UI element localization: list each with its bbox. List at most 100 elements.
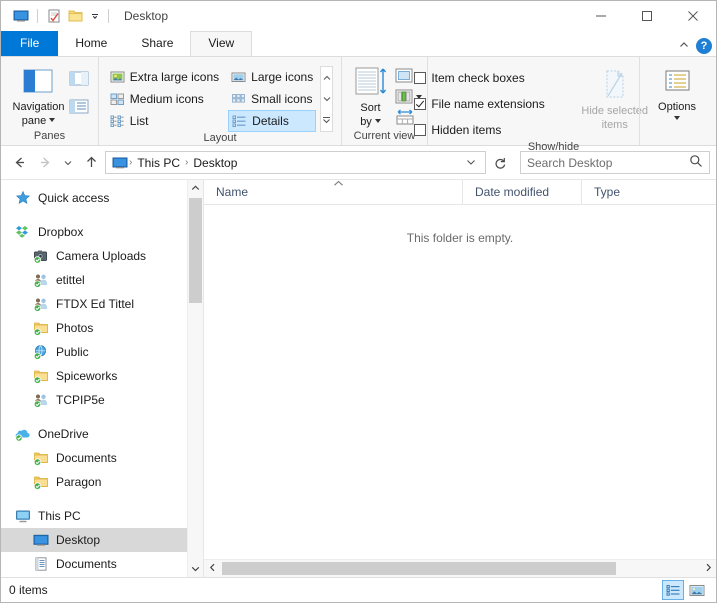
sidebar-item-quick-access[interactable]: Quick access bbox=[1, 186, 187, 210]
options-button[interactable]: Options bbox=[654, 67, 700, 120]
scroll-down-icon[interactable] bbox=[188, 561, 203, 577]
tab-view[interactable]: View bbox=[190, 31, 253, 56]
back-button[interactable] bbox=[7, 151, 31, 175]
file-name-extensions-label: File name extensions bbox=[431, 97, 545, 111]
desktop-icon bbox=[33, 532, 49, 548]
tab-share[interactable]: Share bbox=[124, 31, 190, 56]
navigation-pane: Quick access Dropbox Camera Uploads etit… bbox=[1, 180, 204, 577]
ribbon-group-label-layout: Layout bbox=[203, 132, 237, 144]
navigation-pane-label2: pane bbox=[21, 115, 47, 127]
sidebar-item-etittel[interactable]: etittel bbox=[1, 268, 187, 292]
nav-gap bbox=[1, 412, 187, 422]
breadcrumb-desktop[interactable]: Desktop bbox=[189, 156, 241, 170]
sidebar-item-documents[interactable]: Documents bbox=[1, 552, 187, 576]
sidebar-item-this-pc[interactable]: This PC bbox=[1, 504, 187, 528]
sidebar-item-onedrive[interactable]: OneDrive bbox=[1, 422, 187, 446]
collapse-ribbon-icon[interactable] bbox=[678, 39, 690, 54]
hscroll-track[interactable] bbox=[220, 561, 700, 576]
column-header-label: Type bbox=[594, 185, 621, 199]
sort-by-button[interactable]: Sort by bbox=[348, 64, 394, 128]
globe-folder-icon bbox=[33, 344, 49, 360]
layout-details[interactable]: Details bbox=[228, 110, 317, 132]
details-pane-button[interactable] bbox=[68, 98, 90, 118]
sidebar-item-ftdx-ed-tittel[interactable]: FTDX Ed Tittel bbox=[1, 292, 187, 316]
item-check-boxes-checkbox[interactable]: Item check boxes bbox=[411, 67, 547, 89]
layout-medium-icons[interactable]: Medium icons bbox=[107, 88, 222, 110]
file-name-extensions-checkbox[interactable]: File name extensions bbox=[411, 93, 547, 115]
layout-label: Large icons bbox=[251, 70, 314, 84]
hidden-items-label: Hidden items bbox=[431, 123, 502, 137]
sidebar-item-public[interactable]: Public bbox=[1, 340, 187, 364]
column-header-label: Date modified bbox=[475, 185, 550, 199]
hide-selected-items-label2: items bbox=[601, 119, 628, 131]
sidebar-item-spiceworks[interactable]: Spiceworks bbox=[1, 364, 187, 388]
large-icons-view-button[interactable] bbox=[686, 580, 708, 600]
quick-access-toolbar: Desktop bbox=[1, 5, 168, 27]
close-button[interactable] bbox=[670, 1, 716, 30]
details-view-button[interactable] bbox=[662, 580, 684, 600]
hscroll-thumb[interactable] bbox=[222, 562, 616, 575]
sidebar-item-onedrive-documents[interactable]: Documents bbox=[1, 446, 187, 470]
sidebar-item-label: Public bbox=[56, 345, 89, 359]
breadcrumb-this-pc[interactable]: This PC bbox=[133, 156, 184, 170]
maximize-button[interactable] bbox=[624, 1, 670, 30]
hidden-items-checkbox[interactable]: Hidden items bbox=[411, 119, 547, 141]
column-header-name[interactable]: Name bbox=[204, 180, 462, 204]
status-bar: 0 items bbox=[1, 577, 716, 602]
layout-extra-large-icons[interactable]: Extra large icons bbox=[107, 66, 222, 88]
navigation-pane-scroll-thumb[interactable] bbox=[189, 198, 202, 303]
column-header-type[interactable]: Type bbox=[581, 180, 716, 204]
scroll-up-icon[interactable] bbox=[188, 180, 203, 196]
layout-scroll-down-icon[interactable] bbox=[321, 88, 332, 109]
file-list-horizontal-scrollbar[interactable] bbox=[204, 559, 716, 577]
sidebar-item-paragon[interactable]: Paragon bbox=[1, 470, 187, 494]
shared-folder-icon bbox=[33, 392, 49, 408]
window-controls bbox=[578, 1, 716, 30]
layout-list[interactable]: List bbox=[107, 110, 222, 132]
search-icon[interactable] bbox=[689, 154, 703, 171]
sidebar-item-tcpip5e[interactable]: TCPIP5e bbox=[1, 388, 187, 412]
navigation-tree: Quick access Dropbox Camera Uploads etit… bbox=[1, 180, 187, 577]
view-toggle-buttons bbox=[662, 580, 708, 600]
file-list[interactable]: This folder is empty. bbox=[204, 205, 716, 559]
layout-gallery-more-icon[interactable] bbox=[321, 110, 332, 131]
navigation-pane-scrollbar[interactable] bbox=[187, 180, 203, 577]
chevron-down-icon[interactable] bbox=[87, 5, 103, 27]
layout-label: Details bbox=[252, 114, 289, 128]
layout-gallery-scrollbar[interactable] bbox=[320, 66, 334, 132]
breadcrumb-dropdown-icon[interactable] bbox=[461, 156, 481, 170]
desktop-icon[interactable] bbox=[10, 5, 32, 27]
layout-small-icons[interactable]: Small icons bbox=[228, 88, 316, 110]
scroll-right-icon[interactable] bbox=[700, 563, 716, 574]
tab-file[interactable]: File bbox=[1, 31, 59, 56]
chevron-down-icon bbox=[674, 116, 680, 120]
up-button[interactable] bbox=[79, 151, 103, 175]
sidebar-item-camera-uploads[interactable]: Camera Uploads bbox=[1, 244, 187, 268]
empty-folder-message: This folder is empty. bbox=[406, 231, 514, 245]
sidebar-item-photos[interactable]: Photos bbox=[1, 316, 187, 340]
column-header-date-modified[interactable]: Date modified bbox=[462, 180, 581, 204]
properties-icon[interactable] bbox=[43, 5, 65, 27]
new-folder-icon[interactable] bbox=[65, 5, 87, 27]
tab-home[interactable]: Home bbox=[58, 31, 124, 56]
layout-scroll-up-icon[interactable] bbox=[321, 67, 332, 88]
sort-by-label: Sort bbox=[360, 102, 381, 114]
recent-locations-button[interactable] bbox=[59, 151, 77, 175]
preview-pane-button[interactable] bbox=[68, 70, 90, 90]
layout-large-icons[interactable]: Large icons bbox=[228, 66, 316, 88]
sidebar-item-label: Photos bbox=[56, 321, 94, 335]
layout-label: Medium icons bbox=[129, 92, 204, 106]
navigation-pane-button[interactable]: Navigation pane bbox=[9, 65, 69, 127]
sidebar-item-dropbox[interactable]: Dropbox bbox=[1, 220, 187, 244]
sort-ascending-icon bbox=[333, 179, 344, 189]
sidebar-item-label: Documents bbox=[56, 451, 117, 465]
breadcrumb-root-icon[interactable] bbox=[110, 155, 128, 171]
sidebar-item-desktop[interactable]: Desktop bbox=[1, 528, 187, 552]
help-icon[interactable]: ? bbox=[696, 38, 712, 54]
chevron-down-icon bbox=[49, 118, 56, 122]
search-input[interactable]: Search Desktop bbox=[527, 156, 689, 170]
scroll-left-icon[interactable] bbox=[204, 563, 220, 574]
navigation-pane-label: Navigation bbox=[12, 101, 65, 113]
minimize-button[interactable] bbox=[578, 1, 624, 30]
chevron-down-icon bbox=[374, 119, 381, 123]
